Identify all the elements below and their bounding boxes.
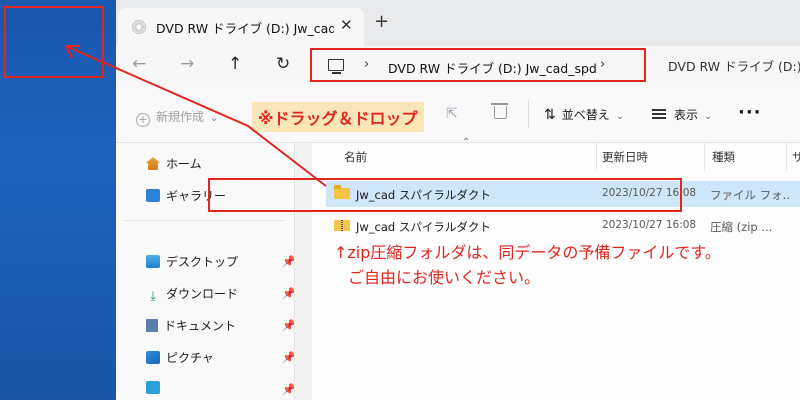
navigation-bar: ← → ↑ ↻ › DVD RW ドライブ (D:) Jw_cad_spd › … xyxy=(116,46,800,86)
zip-folder-icon xyxy=(334,220,350,231)
sidebar-item-partial[interactable] xyxy=(146,381,166,395)
column-header-type[interactable]: 種類 xyxy=(712,149,735,165)
desktop-icon xyxy=(146,255,160,268)
desktop-background[interactable] xyxy=(0,0,116,400)
tab-bar: DVD RW ドライブ (D:) Jw_cad_spd ✕ + xyxy=(116,0,800,46)
sidebar-item-label: ドキュメント xyxy=(164,319,237,333)
up-button[interactable]: ↑ xyxy=(228,55,242,73)
sidebar-item-desktop[interactable]: デスクトップ xyxy=(146,253,238,270)
breadcrumb-chevron-icon[interactable]: › xyxy=(364,57,369,72)
sort-icon: ⇅ xyxy=(544,107,556,123)
more-options-button[interactable]: ··· xyxy=(738,102,762,123)
search-box[interactable]: DVD RW ドライブ (D:) Jw_cad_spd xyxy=(660,48,800,82)
documents-icon xyxy=(146,319,158,332)
plus-icon: + xyxy=(136,113,150,127)
address-bar[interactable]: › DVD RW ドライブ (D:) Jw_cad_spd › xyxy=(310,48,646,82)
sidebar-item-label: デスクトップ xyxy=(166,255,239,269)
sidebar-item-home[interactable]: ホーム xyxy=(146,155,202,172)
delete-icon[interactable] xyxy=(491,103,508,119)
chevron-down-icon: ⌄ xyxy=(210,113,219,124)
forward-button[interactable]: → xyxy=(180,55,194,73)
column-header-name[interactable]: 名前 xyxy=(344,149,367,165)
share-icon[interactable]: ⇱ xyxy=(446,106,458,122)
column-divider[interactable] xyxy=(596,143,597,171)
close-tab-icon[interactable]: ✕ xyxy=(340,16,353,34)
dvd-drive-icon xyxy=(132,20,146,34)
drag-and-drop-annotation: ※ドラッグ＆ドロップ xyxy=(252,102,424,132)
annotation-line-1: ↑zip圧縮フォルダは、同データの予備ファイルです。 xyxy=(334,243,721,262)
download-icon: ⤓ xyxy=(150,289,156,304)
new-tab-button[interactable]: + xyxy=(374,13,389,31)
back-button[interactable]: ← xyxy=(132,55,146,73)
column-header-date[interactable]: 更新日時 xyxy=(602,149,648,165)
drop-target-highlight xyxy=(4,6,104,78)
sidebar-item-label: ホーム xyxy=(166,157,202,171)
tab-dvd-drive[interactable]: DVD RW ドライブ (D:) Jw_cad_spd ✕ xyxy=(118,8,364,46)
new-button[interactable]: + 新規作成 ⌄ xyxy=(136,108,218,127)
sidebar-item-pictures[interactable]: ピクチャ xyxy=(146,349,214,366)
folder-icon xyxy=(146,381,160,394)
sidebar-item-label: ピクチャ xyxy=(166,351,214,365)
file-type: ファイル フォ... xyxy=(710,188,790,202)
column-header-row: ⌃ 名前 更新日時 種類 サ xyxy=(312,137,800,175)
breadcrumb-current-location[interactable]: DVD RW ドライブ (D:) Jw_cad_spd xyxy=(388,58,597,77)
sidebar-item-label: ダウンロード xyxy=(166,287,239,301)
column-divider[interactable] xyxy=(786,143,787,171)
refresh-button[interactable]: ↻ xyxy=(276,55,290,73)
tab-title: DVD RW ドライブ (D:) Jw_cad_spd xyxy=(156,21,334,36)
column-divider[interactable] xyxy=(704,143,705,171)
file-date: 2023/10/27 16:08 xyxy=(602,219,697,231)
view-button-label: 表示 xyxy=(674,108,699,122)
file-name: Jw_cad スパイラルダクト xyxy=(356,220,491,234)
file-type: 圧縮 (zip ... xyxy=(710,220,773,234)
gallery-icon xyxy=(146,189,160,202)
sort-ascending-icon: ⌃ xyxy=(462,137,471,148)
home-icon xyxy=(146,157,160,170)
chevron-down-icon: ⌄ xyxy=(615,111,625,122)
annotation-line-2: ご自由にお使いください。 xyxy=(348,268,541,287)
column-header-size[interactable]: サ xyxy=(792,149,800,165)
this-pc-icon[interactable] xyxy=(328,59,344,74)
zip-backup-annotation: ↑zip圧縮フォルダは、同データの予備ファイルです。 ご自由にお使いください。 xyxy=(334,240,721,290)
folder-row-highlight xyxy=(208,178,682,212)
toolbar-divider xyxy=(528,100,529,128)
new-button-label: 新規作成 xyxy=(156,110,205,124)
file-row-zip[interactable]: Jw_cad スパイラルダクト 2023/10/27 16:08 圧縮 (zip… xyxy=(326,213,800,239)
sidebar-item-documents[interactable]: ドキュメント xyxy=(146,317,236,334)
pictures-icon xyxy=(146,351,160,364)
list-view-icon xyxy=(652,109,666,119)
sort-button[interactable]: ⇅ 並べ替え ⌄ xyxy=(544,106,624,123)
breadcrumb-chevron-icon[interactable]: › xyxy=(600,57,605,72)
chevron-down-icon: ⌄ xyxy=(704,111,713,122)
command-bar: + 新規作成 ⌄ ※ドラッグ＆ドロップ ⇱ ⇅ 並べ替え ⌄ 表示 ⌄ ··· xyxy=(116,86,800,143)
sort-button-label: 並べ替え xyxy=(561,108,610,122)
view-button[interactable]: 表示 ⌄ xyxy=(652,106,712,123)
sidebar-item-downloads[interactable]: ⤓ ダウンロード xyxy=(146,285,238,304)
sidebar-divider xyxy=(124,220,284,221)
